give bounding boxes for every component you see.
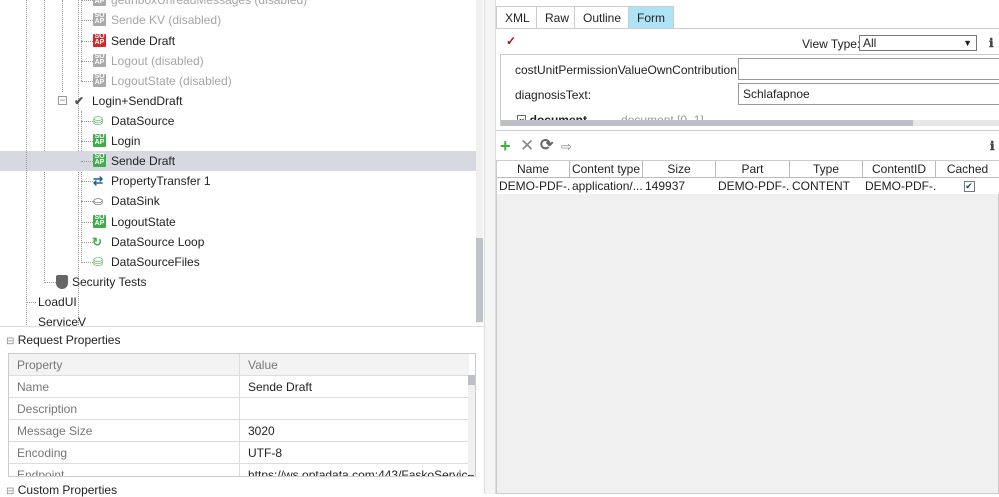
collapse-icon[interactable]: ⊟ [6,486,14,497]
tab-outline[interactable]: Outline [574,6,631,28]
soap-error-icon: SO AP [93,33,106,47]
datasource-icon: ⛁ [93,114,104,128]
table-row[interactable]: Endpoint https://ws.optadata.com:443/Fask… [9,464,475,476]
tab-form[interactable]: Form [628,6,674,28]
shield-icon [56,275,68,289]
soap-disabled-icon: SOAP [93,12,106,26]
tree-item-servicev[interactable]: ServiceV [0,312,476,326]
table-row[interactable]: Message Size 3020 [9,420,469,442]
tree-item-datasink[interactable]: ⛀ DataSink [0,191,476,211]
column-header-part[interactable]: Part [716,161,790,178]
tree-item-logoutstate-disabled[interactable]: SO AP LogoutState (disabled) [0,71,476,91]
check-icon: ✔ [74,94,85,108]
field-label: diagnosisText: [515,88,592,102]
tree-item-logoutstate[interactable]: SO AP LogoutState [0,212,476,232]
soap-disabled-icon: SOAP [93,73,106,87]
tree-item-login[interactable]: SO AP Login [0,131,476,151]
datasource-loop-icon: ↻ [92,235,103,249]
column-header-contentid[interactable]: ContentID [863,161,936,178]
column-header-cached[interactable]: Cached [936,161,999,178]
project-tree: SOAPgetInboxUnreadMessages (disabled) SO… [0,0,484,327]
cost-unit-permission-input[interactable] [738,58,999,80]
form-view: costUnitPermissionValueOwnContribution: … [500,54,999,126]
attachment-name[interactable]: DEMO-PDF-... [497,178,570,194]
attachment-size[interactable]: 149937 [643,178,716,194]
tree-item-security-tests[interactable]: Security Tests [0,272,476,292]
column-header-size[interactable]: Size [643,161,716,178]
add-attachment-icon[interactable]: + [500,137,511,155]
tab-xml[interactable]: XML [496,6,539,28]
export-icon[interactable]: ⇨ [561,139,572,155]
collapse-icon[interactable]: ⊟ [6,336,14,347]
attachment-cached: ✔ [936,178,999,194]
tree-item-sende-kv[interactable]: SO AP Sende KV (disabled) [0,10,476,30]
request-properties-header[interactable]: ⊟ Request Properties [6,333,120,347]
tree-item-sende-draft-selected[interactable]: SO AP Sende Draft [0,151,476,171]
tree-item-sende-draft-error[interactable]: SO AP Sende Draft [0,31,476,51]
request-editor: XML Raw Outline Form ✓ View Type: All ▼ ℹ… [496,0,999,494]
soap-disabled-icon: SOAP [93,0,106,6]
soap-ok-icon: SO AP [93,153,106,167]
view-type-select[interactable]: All ▼ [859,35,977,51]
soap-disabled-icon: SOAP [93,53,106,67]
datasink-icon: ⛀ [93,194,104,208]
attachment-content-type[interactable]: application/... [570,178,643,194]
column-header-content-type[interactable]: Content type [570,161,643,178]
valid-check-icon: ✓ [506,34,517,48]
tree-item-getinbox[interactable]: SOAPgetInboxUnreadMessages (disabled) [0,0,476,10]
tree-item-datasource-loop[interactable]: ↻ DataSource Loop [0,232,476,252]
table-row[interactable]: Name Sende Draft [9,376,469,398]
info-icon[interactable]: ℹ [990,139,995,153]
attachment-part[interactable]: DEMO-PDF-... [716,178,790,194]
table-row[interactable]: Encoding UTF-8 [9,442,469,464]
reload-icon[interactable]: ⟳ [540,137,553,155]
cached-checkbox[interactable]: ✔ [963,181,975,193]
tree-item-property-transfer[interactable]: ⇄ PropertyTransfer 1 [0,171,476,191]
properties-scrollbar[interactable] [468,375,475,475]
table-row[interactable]: Description [9,398,469,420]
column-header-name[interactable]: Name [497,161,570,178]
field-label: costUnitPermissionValueOwnContribution: [515,63,741,77]
custom-properties-header[interactable]: ⊟ Custom Properties [6,483,117,497]
form-hscrollbar-thumb[interactable] [501,120,913,126]
attachment-contentid[interactable]: DEMO-PDF-... [863,178,936,194]
tree-scrollbar-thumb[interactable] [476,238,483,322]
soap-ok-icon: SO AP [93,214,106,228]
datasource-icon: ⛁ [93,255,104,269]
soap-ok-icon: SO AP [93,133,106,147]
diagnosis-text-input[interactable]: Schlafapnoe [738,83,999,105]
tab-raw[interactable]: Raw [536,6,579,28]
attachments-table: Name Content type Size Part Type Content… [496,160,999,494]
tree-item-datasource[interactable]: ⛁ DataSource [0,111,476,131]
attachment-type[interactable]: CONTENT [790,178,863,194]
collapse-icon[interactable]: − [58,96,67,105]
property-transfer-icon: ⇄ [93,174,104,188]
tree-item-datasourcefiles[interactable]: ⛁ DataSourceFiles [0,252,476,272]
tree-item-loadui[interactable]: LoadUI [0,292,476,312]
tree-item-login-senddraft[interactable]: − ✔ Login+SendDraft [0,91,476,111]
request-properties-table: Property Value Name Sende Draft Descriptio… [8,353,476,477]
chevron-down-icon: ▼ [963,38,972,48]
remove-attachment-icon[interactable]: ✕ [520,137,534,155]
column-header-type[interactable]: Type [790,161,863,178]
table-header: Property Value [9,354,469,376]
tree-item-logout[interactable]: SO AP Logout (disabled) [0,51,476,71]
left-pane: SOAPgetInboxUnreadMessages (disabled) SO… [0,0,486,497]
info-icon[interactable]: ℹ [989,36,994,50]
splitter[interactable] [484,0,496,494]
view-type-label: View Type: [802,37,861,51]
